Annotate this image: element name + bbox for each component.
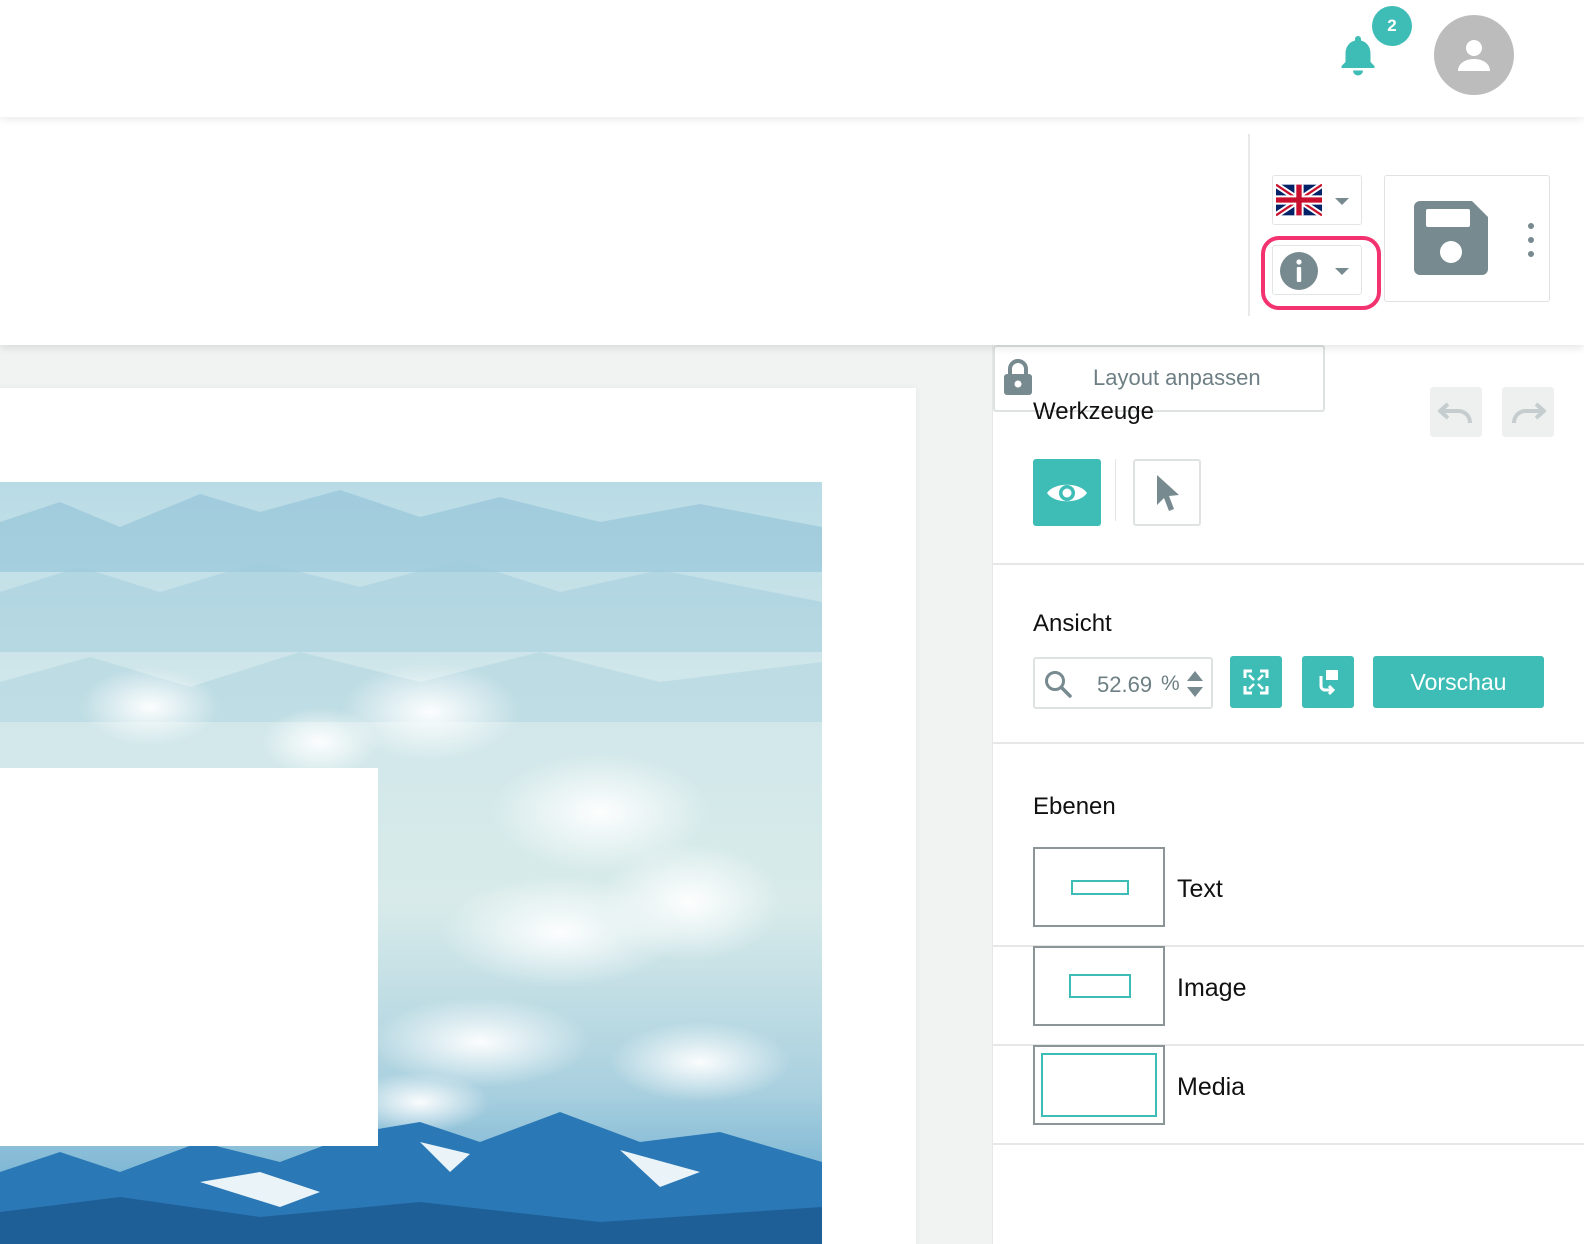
redo-icon <box>1512 402 1546 424</box>
layers-title: Ebenen <box>1033 793 1116 820</box>
top-bar: 2 <box>0 0 1584 117</box>
view-title: Ansicht <box>1033 610 1112 637</box>
uk-flag-icon <box>1276 184 1322 216</box>
chevron-down-icon <box>1335 198 1349 205</box>
layer-thumbnail <box>1033 1045 1165 1125</box>
zoom-unit: % <box>1161 672 1180 695</box>
floppy-disk-icon <box>1414 201 1488 275</box>
zoom-value: 52.69 <box>1097 672 1153 697</box>
preview-button[interactable]: Vorschau <box>1373 656 1544 708</box>
move-to-back-icon <box>1319 670 1338 696</box>
toolbar-divider <box>1248 134 1250 316</box>
layer-item-text[interactable]: Text <box>993 847 1584 947</box>
bell-icon[interactable] <box>1338 32 1378 76</box>
move-to-back-button[interactable] <box>1302 656 1354 708</box>
properties-panel: Werkzeuge Layout anpassen Ansicht 52.69 … <box>992 345 1584 1244</box>
fit-screen-button[interactable] <box>1230 656 1282 708</box>
user-avatar-icon[interactable] <box>1434 15 1514 95</box>
search-icon <box>1045 671 1072 698</box>
zoom-input[interactable]: 52.69 % <box>1033 657 1213 709</box>
language-select[interactable] <box>1272 175 1362 225</box>
select-tool-button[interactable] <box>1133 459 1201 526</box>
chevron-down-icon <box>1335 268 1349 275</box>
tools-title: Werkzeuge <box>1033 398 1154 425</box>
layout-adjust-label: Layout anpassen <box>1093 365 1261 390</box>
section-divider <box>993 742 1584 744</box>
layer-name: Text <box>1177 875 1223 903</box>
layer-item-image[interactable]: Image <box>993 946 1584 1046</box>
editor-toolbar <box>0 117 1584 345</box>
text-card[interactable] <box>0 768 378 1146</box>
eye-icon <box>1047 484 1087 501</box>
layer-item-media[interactable]: Media <box>993 1045 1584 1145</box>
layer-thumbnail <box>1033 946 1165 1026</box>
lock-icon <box>1004 359 1032 395</box>
info-menu-select[interactable] <box>1272 245 1362 295</box>
fit-screen-icon <box>1243 669 1269 695</box>
tools-divider <box>1115 459 1116 521</box>
notification-badge[interactable]: 2 <box>1372 6 1412 46</box>
stepper-icon[interactable] <box>1185 669 1205 699</box>
preview-mode-button[interactable] <box>1033 459 1101 526</box>
pointer-icon <box>1157 474 1179 511</box>
redo-button[interactable] <box>1502 387 1554 437</box>
undo-button[interactable] <box>1430 387 1482 437</box>
layer-name: Image <box>1177 974 1247 1002</box>
kebab-icon[interactable] <box>1523 223 1539 257</box>
layer-thumbnail <box>1033 847 1165 927</box>
section-divider <box>993 563 1584 565</box>
info-icon <box>1280 252 1318 290</box>
layer-name: Media <box>1177 1073 1246 1101</box>
undo-icon <box>1438 402 1472 424</box>
